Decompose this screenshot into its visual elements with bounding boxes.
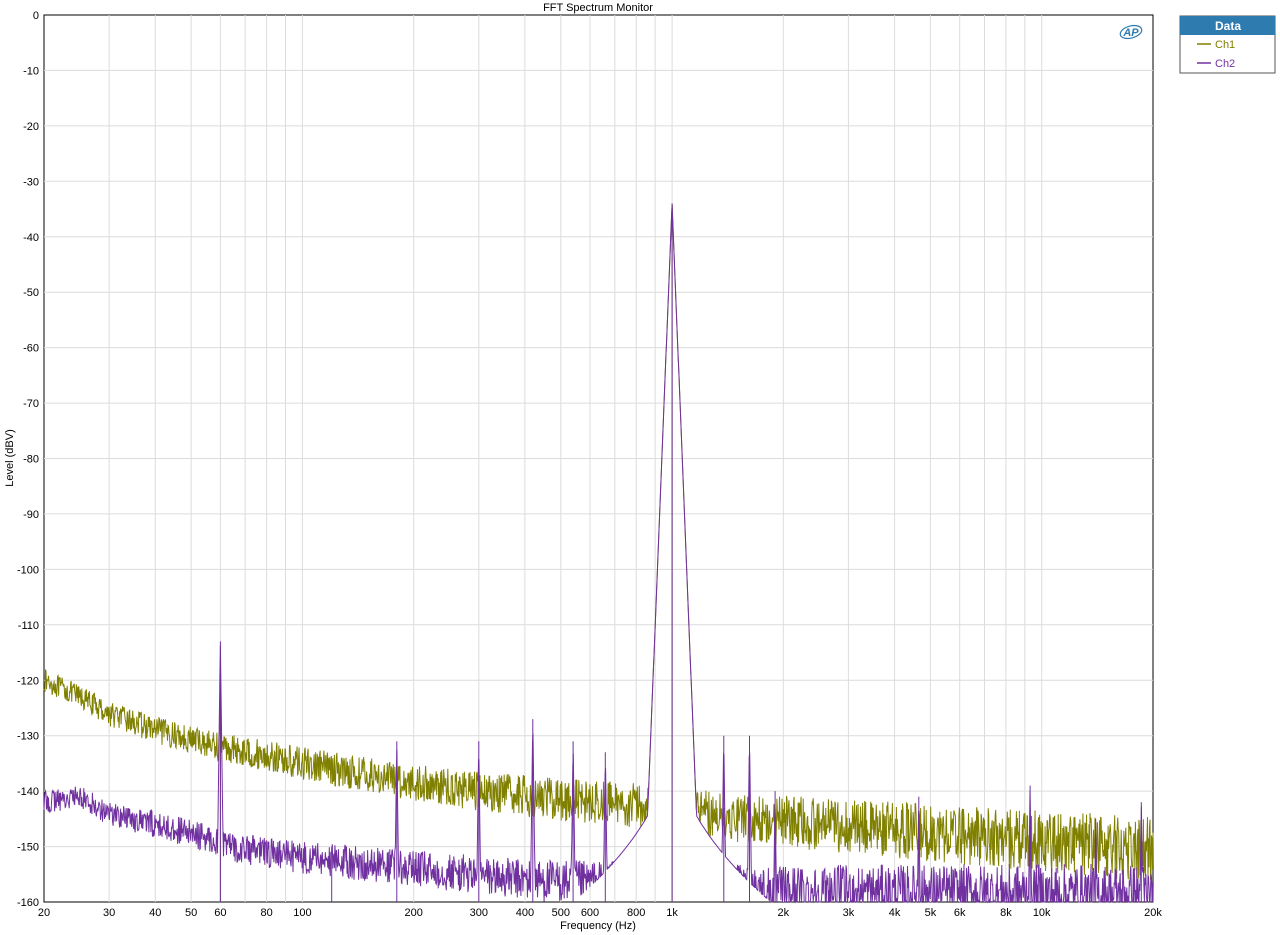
x-tick-label: 6k xyxy=(954,907,966,919)
legend-item-label: Ch1 xyxy=(1215,39,1235,51)
y-tick-label: -10 xyxy=(23,65,39,77)
y-tick-label: -130 xyxy=(17,731,39,743)
y-tick-label: -100 xyxy=(17,564,39,576)
y-tick-label: -70 xyxy=(23,398,39,410)
y-tick-label: -120 xyxy=(17,675,39,687)
y-tick-label: -40 xyxy=(23,232,39,244)
fft-chart: FFT Spectrum Monitor 20 30 40 50 60 80 100 200 3… xyxy=(4,2,1276,932)
x-tick-label: 4k xyxy=(889,907,901,919)
x-tick-label: 100 xyxy=(293,907,311,919)
y-tick-label: -90 xyxy=(23,509,39,521)
x-tick-label: 40 xyxy=(149,907,161,919)
x-tick-label: 300 xyxy=(470,907,488,919)
x-tick-label: 3k xyxy=(843,907,855,919)
legend-title: Data xyxy=(1215,19,1241,33)
x-tick-label: 400 xyxy=(516,907,534,919)
y-tick-label: -60 xyxy=(23,343,39,355)
x-tick-label: 60 xyxy=(214,907,226,919)
x-tick-label: 600 xyxy=(581,907,599,919)
x-tick-label: 8k xyxy=(1000,907,1012,919)
y-tick-label: -110 xyxy=(18,620,39,632)
x-tick-label: 20k xyxy=(1144,907,1162,919)
y-tick-label: -80 xyxy=(23,454,39,466)
legend-item-label: Ch2 xyxy=(1215,58,1235,70)
ap-logo-text: AP xyxy=(1122,27,1139,39)
y-tick-label: -160 xyxy=(17,897,39,909)
x-tick-label: 800 xyxy=(627,907,645,919)
y-axis-label: Level (dBV) xyxy=(4,429,16,486)
y-tick-label: 0 xyxy=(33,10,39,22)
x-tick-label: 80 xyxy=(260,907,272,919)
x-tick-label: 20 xyxy=(38,907,50,919)
x-tick-label: 30 xyxy=(103,907,115,919)
x-tick-label: 500 xyxy=(552,907,570,919)
x-tick-label: 5k xyxy=(925,907,937,919)
y-tick-label: -140 xyxy=(17,786,39,798)
y-tick-label: -30 xyxy=(23,176,39,188)
y-tick-label: -150 xyxy=(17,842,39,854)
y-tick-label: -50 xyxy=(23,287,39,299)
x-tick-label: 1k xyxy=(666,907,678,919)
x-tick-label: 200 xyxy=(405,907,423,919)
x-tick-label: 10k xyxy=(1033,907,1051,919)
x-axis-label: Frequency (Hz) xyxy=(560,920,636,932)
chart-title: FFT Spectrum Monitor xyxy=(543,2,653,14)
y-tick-label: -20 xyxy=(23,121,39,133)
x-tick-label: 2k xyxy=(777,907,789,919)
legend[interactable]: Data Ch1 Ch2 xyxy=(1179,15,1276,74)
x-tick-label: 50 xyxy=(185,907,197,919)
